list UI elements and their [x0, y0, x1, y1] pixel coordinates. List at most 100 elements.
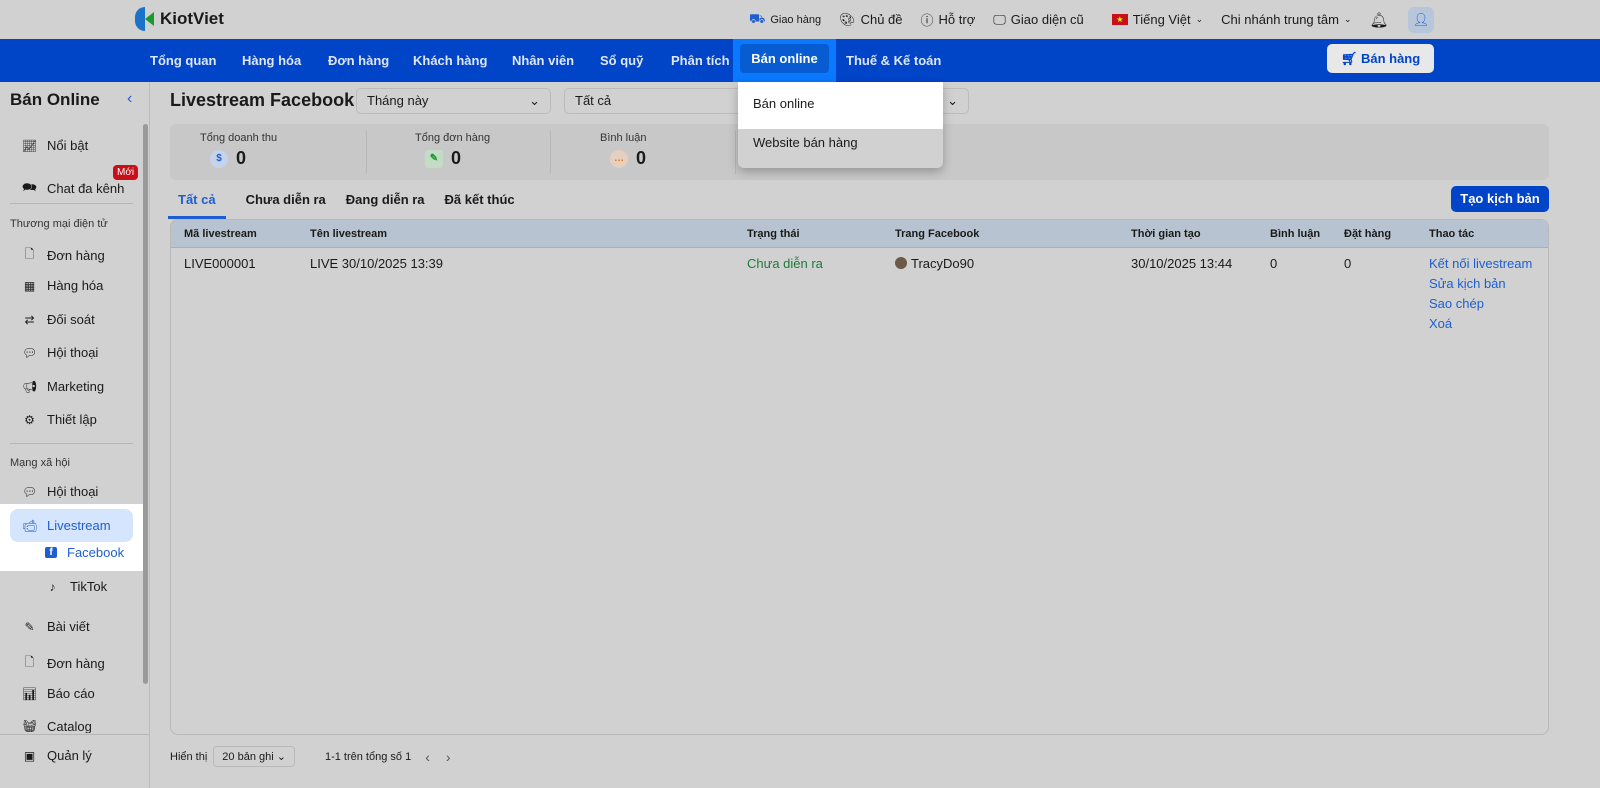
sidebar-item-products[interactable]: ▦ Hàng hóa [22, 278, 104, 293]
comment-count: 0 [1270, 256, 1278, 271]
stat-comments: Bình luận … 0 [600, 132, 646, 169]
column-header: Đặt hàng [1344, 228, 1392, 240]
sidebar-item-settings[interactable]: ⚙ Thiết lập [22, 412, 97, 427]
copy-link[interactable]: Sao chép [1429, 296, 1484, 311]
page-range: 1-1 trên tổng số 1 [324, 750, 412, 763]
status-filter-value: Tất cả [575, 93, 612, 108]
edit-script-link[interactable]: Sửa kịch bản [1429, 276, 1506, 291]
livestream-code: LIVE000001 [184, 256, 256, 271]
nav-overview[interactable]: Tổng quan [150, 39, 216, 82]
chevron-down-icon: ⌄ [947, 93, 958, 108]
reconcile-icon: ⇄ [24, 312, 35, 327]
stat-orders: Tổng đơn hàng ✎ 0 [415, 132, 490, 169]
nav-online-sales[interactable]: Bán online [733, 39, 836, 82]
next-page-icon[interactable]: › [446, 749, 451, 765]
sidebar-item-label: Đơn hàng [47, 656, 105, 671]
sidebar-item-label: Bài viết [47, 619, 90, 634]
support-label: Hỗ trợ [938, 12, 976, 27]
user-avatar[interactable]: 👤︎ [1408, 7, 1434, 33]
top-bar: KiotViet ⛟ Giao hàng 🎨︎ Chủ đề ⓘ Hỗ trợ 🖵 Gi… [0, 0, 1600, 39]
dropdown-item-online-sales[interactable]: Bán online [738, 82, 943, 129]
chevron-down-icon: ⌄ [276, 751, 286, 763]
report-icon: ▣ [23, 748, 36, 763]
sidebar-item-reports[interactable]: 📊︎ Báo cáo [22, 686, 95, 701]
sidebar-item-facebook[interactable]: f Facebook [45, 545, 124, 560]
old-ui-link[interactable]: 🖵 Giao diện cũ [993, 12, 1084, 28]
message-icon: 💬︎ [22, 484, 38, 499]
sidebar-item-marketing[interactable]: 📢︎ Marketing [22, 379, 104, 394]
tab-ended[interactable]: Đã kết thúc [445, 192, 515, 219]
sell-button[interactable]: 🛒︎ Bán hàng [1327, 44, 1434, 73]
main-content: Livestream Facebook Tháng này ⌄ Tất cả ⌄ T… [150, 82, 1600, 788]
livestream-name[interactable]: LIVE 30/10/2025 13:39 [310, 256, 443, 271]
pagination: Hiển thị 20 bản ghi ⌄ 1-1 trên tổng số 1… [170, 746, 451, 767]
bar-chart-icon: 📊︎ [22, 686, 38, 701]
sidebar-item-chat[interactable]: 🗪 Chat đa kênh [22, 178, 124, 199]
sidebar-item-social-conversations[interactable]: 💬︎ Hội thoại [22, 484, 98, 499]
nav-customers[interactable]: Khách hàng [413, 39, 487, 82]
sidebar-item-label: Quản lý [47, 748, 92, 763]
livestream-table: Mã livestream Tên livestream Trạng thái … [170, 219, 1549, 735]
chevron-down-icon: ⌄ [529, 93, 540, 108]
sidebar-item-catalog[interactable]: 🧺︎ Catalog [22, 719, 92, 733]
dropdown-item-website[interactable]: Website bán hàng [753, 135, 858, 150]
connect-livestream-link[interactable]: Kết nối livestream [1429, 256, 1532, 271]
sidebar-item-featured[interactable]: 📈︎ Nổi bật [22, 138, 88, 153]
page-title: Livestream Facebook [170, 90, 355, 110]
box-icon: ▦ [23, 278, 36, 293]
nav-cashbook[interactable]: Sổ quỹ [600, 39, 643, 82]
theme-link[interactable]: 🎨︎ Chủ đề [839, 12, 902, 28]
collapse-sidebar-icon[interactable]: ‹ [127, 90, 132, 108]
sell-button-label: Bán hàng [1360, 51, 1421, 66]
divider [0, 734, 150, 735]
nav-analytics[interactable]: Phân tích [671, 39, 730, 82]
nav-staff[interactable]: Nhân viên [512, 39, 574, 82]
delivery-link[interactable]: ⛟ Giao hàng [749, 11, 821, 29]
sidebar-item-label: Thiết lập [47, 412, 97, 427]
tab-all[interactable]: Tất cả [168, 192, 226, 219]
nav-orders[interactable]: Đơn hàng [328, 39, 389, 82]
status-text: Chưa diễn ra [747, 256, 823, 271]
delivery-icon: ⛟ [748, 10, 766, 26]
period-filter[interactable]: Tháng này ⌄ [356, 88, 551, 114]
create-script-button[interactable]: Tạo kịch bản [1451, 186, 1549, 212]
sidebar-item-manage[interactable]: ▣ Quản lý [22, 748, 92, 763]
sidebar-scrollbar[interactable] [143, 124, 148, 684]
nav-products[interactable]: Hàng hóa [242, 39, 301, 82]
settings-icon: ⚙ [24, 412, 35, 427]
monitor-icon: 🖵 [993, 11, 1006, 27]
sidebar-item-reconcile[interactable]: ⇄ Đối soát [22, 312, 94, 327]
tab-live[interactable]: Đang diễn ra [346, 192, 425, 219]
online-sales-dropdown: Bán online Website bán hàng [738, 82, 943, 168]
sidebar-item-social-orders[interactable]: 🗋 Đơn hàng [22, 653, 105, 674]
support-link[interactable]: ⓘ Hỗ trợ [921, 10, 976, 29]
page-avatar [895, 257, 907, 269]
page-size-label: Hiển thị [170, 750, 208, 763]
delete-link[interactable]: Xoá [1429, 316, 1452, 331]
bell-icon[interactable]: 🔔︎ [1370, 11, 1389, 29]
prev-page-icon[interactable]: ‹ [425, 749, 430, 765]
language-select[interactable]: ★ Tiếng Việt ⌄ [1111, 12, 1203, 27]
column-header: Mã livestream [184, 228, 257, 240]
sidebar-item-posts[interactable]: ✎ Bài viết [22, 619, 90, 634]
stat-revenue: Tổng doanh thu $0 [200, 132, 277, 169]
sidebar-item-label: Marketing [47, 379, 105, 394]
page-size-select[interactable]: 20 bản ghi ⌄ [213, 746, 295, 767]
sidebar-item-livestream[interactable]: 📹︎ Livestream [22, 518, 111, 533]
sidebar-item-tiktok[interactable]: ♪ TikTok [45, 579, 108, 594]
column-header: Trạng thái [747, 228, 800, 240]
logo[interactable]: KiotViet [135, 7, 224, 31]
tab-upcoming[interactable]: Chưa diễn ra [246, 192, 326, 219]
megaphone-icon: 📢︎ [22, 379, 38, 394]
order-count: 0 [1344, 256, 1352, 271]
sidebar-item-orders[interactable]: 🗋 Đơn hàng [22, 245, 105, 266]
logo-icon-arrow [145, 12, 154, 26]
branch-select[interactable]: Chi nhánh trung tâm ⌄ [1221, 12, 1351, 27]
divider [10, 203, 133, 204]
stat-value: 0 [451, 148, 462, 168]
nav-tax-accounting[interactable]: Thuế & Kế toán [846, 39, 941, 82]
sidebar-item-conversations[interactable]: 💬︎ Hội thoại [22, 345, 98, 360]
tiktok-icon: ♪ [49, 579, 56, 594]
document-icon: 🗋 [24, 247, 35, 261]
language-label: Tiếng Việt [1132, 12, 1191, 27]
